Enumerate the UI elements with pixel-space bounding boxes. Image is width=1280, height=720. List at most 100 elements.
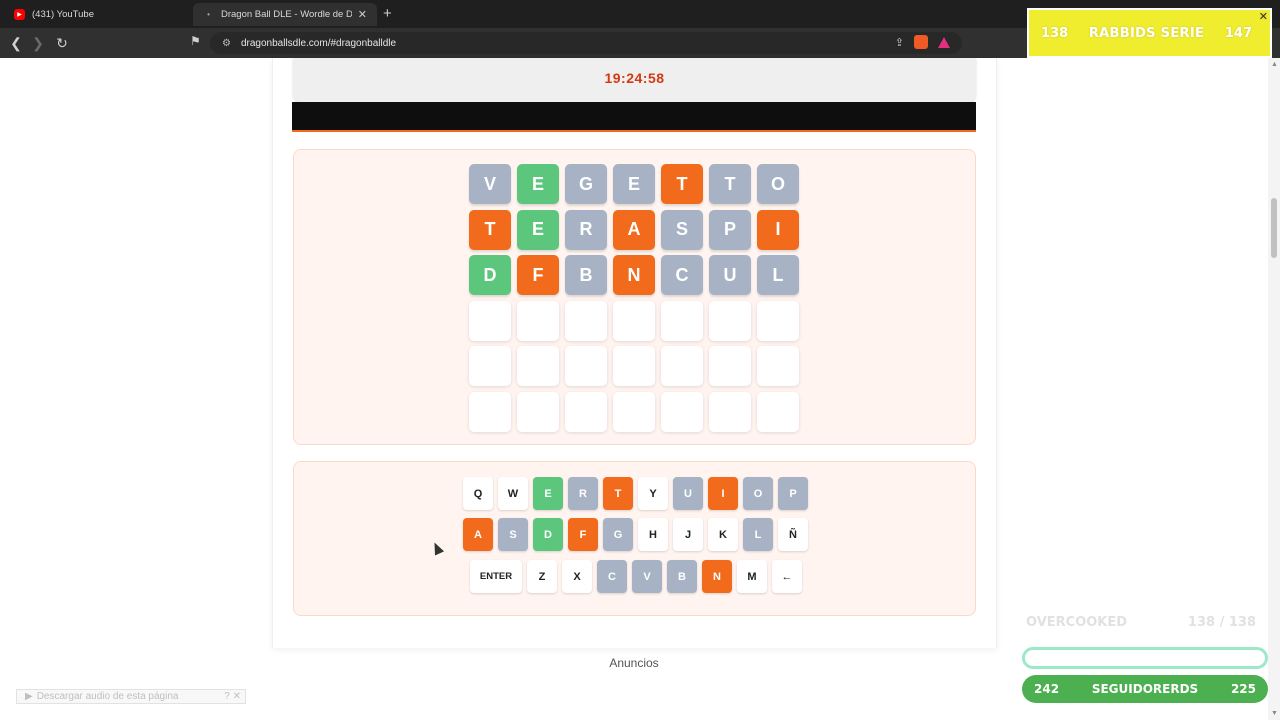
tab-label: (431) YouTube — [32, 9, 94, 20]
key-z[interactable]: Z — [527, 560, 557, 593]
key-w[interactable]: W — [498, 477, 528, 510]
share-icon[interactable]: ⇪ — [895, 36, 904, 49]
tab-youtube[interactable]: ▶ (431) YouTube — [4, 3, 190, 26]
reload-button[interactable]: ↻ — [52, 33, 72, 53]
key-y[interactable]: Y — [638, 477, 668, 510]
key-m[interactable]: M — [737, 560, 767, 593]
grid-tile: B — [565, 255, 607, 295]
key-f[interactable]: F — [568, 518, 598, 551]
key-e[interactable]: E — [533, 477, 563, 510]
grid-tile: I — [757, 209, 799, 250]
key-a[interactable]: A — [463, 518, 493, 551]
grid-tile: G — [565, 164, 607, 204]
key-c[interactable]: C — [597, 560, 627, 593]
key-s[interactable]: S — [498, 518, 528, 551]
key-n[interactable]: N — [702, 560, 732, 593]
page-favicon-icon: • — [207, 10, 210, 19]
empty-tile — [613, 300, 655, 341]
key-t[interactable]: T — [603, 477, 633, 510]
key-i[interactable]: I — [708, 477, 738, 510]
empty-tile — [517, 346, 559, 386]
key-j[interactable]: J — [673, 518, 703, 551]
grid-tile: N — [613, 255, 655, 295]
empty-tile — [661, 300, 703, 341]
new-tab-button[interactable]: + — [383, 5, 392, 22]
header-divider — [292, 102, 976, 132]
close-tab-icon[interactable]: ✕ — [358, 8, 367, 21]
empty-tile — [517, 300, 559, 341]
key-q[interactable]: Q — [463, 477, 493, 510]
empty-tile — [757, 346, 799, 386]
key-g[interactable]: G — [603, 518, 633, 551]
scroll-down-icon[interactable]: ▼ — [1271, 710, 1278, 717]
empty-tile — [517, 391, 559, 432]
key-h[interactable]: H — [638, 518, 668, 551]
scroll-thumb[interactable] — [1271, 198, 1277, 258]
forward-button[interactable]: ❯ — [28, 33, 48, 53]
address-bar[interactable]: ⚙ dragonballsdle.com/#dragonballdle ⇪ — [210, 32, 962, 54]
key-d[interactable]: D — [533, 518, 563, 551]
enter-key[interactable]: ENTER — [470, 560, 522, 593]
grid-tile: E — [517, 164, 559, 204]
grid-tile: R — [565, 209, 607, 250]
empty-tile — [757, 300, 799, 341]
download-audio-label: Descargar audio de esta página — [36, 691, 179, 702]
grid-tile: A — [613, 209, 655, 250]
followers-overlay: 242 SEGUIDORERDS 225 — [1022, 675, 1268, 703]
empty-tile — [709, 391, 751, 432]
bookmark-icon[interactable]: ⚑ — [190, 34, 201, 48]
empty-tile — [757, 391, 799, 432]
empty-tile — [661, 391, 703, 432]
on-screen-keyboard: Q W E R T Y U I O P A S D F G H J K L Ñ ENTER Z X C V B N M ← — [293, 461, 976, 616]
followers-title: SEGUIDORERDS — [1091, 682, 1199, 696]
backspace-key[interactable]: ← — [772, 560, 802, 593]
grid-tile: P — [709, 209, 751, 250]
grid-tile: E — [613, 164, 655, 204]
goal-label: OVERCOOKED — [1026, 615, 1128, 630]
empty-tile — [613, 391, 655, 432]
site-settings-icon[interactable]: ⚙ — [222, 38, 231, 49]
empty-tile — [613, 346, 655, 386]
key-o[interactable]: O — [743, 477, 773, 510]
goal-overlay: OVERCOOKED 138 / 138 — [1026, 615, 1256, 630]
empty-tile — [469, 346, 511, 386]
key-x[interactable]: X — [562, 560, 592, 593]
grid-tile: U — [709, 255, 751, 295]
empty-tile — [565, 300, 607, 341]
tab-label: Dragon Ball DLE - Wordle de Dra — [221, 9, 352, 20]
grid-tile: E — [517, 209, 559, 250]
download-audio-bar[interactable]: ▶ Descargar audio de esta página ? ✕ — [16, 689, 246, 704]
play-icon: ▶ — [25, 691, 33, 702]
goal-progress: 138 / 138 — [1187, 615, 1256, 630]
empty-tile — [709, 346, 751, 386]
key-r[interactable]: R — [568, 477, 598, 510]
close-icon[interactable]: ? ✕ — [224, 691, 245, 702]
page-scrollbar[interactable]: ▲ ▼ — [1268, 58, 1280, 720]
key-l[interactable]: L — [743, 518, 773, 551]
grid-tile: F — [517, 255, 559, 295]
brave-shields-icon[interactable] — [914, 35, 928, 49]
key-v[interactable]: V — [632, 560, 662, 593]
grid-tile: T — [469, 209, 511, 250]
tab-dragonball-dle[interactable]: • Dragon Ball DLE - Wordle de Dra ✕ — [193, 3, 377, 26]
grid-tile: O — [757, 164, 799, 204]
key-b[interactable]: B — [667, 560, 697, 593]
key-u[interactable]: U — [673, 477, 703, 510]
empty-tile — [661, 346, 703, 386]
overlay-right-count: 147 — [1224, 25, 1252, 41]
empty-tile — [565, 391, 607, 432]
brave-rewards-icon[interactable] — [938, 36, 950, 48]
grid-tile: T — [661, 164, 703, 204]
grid-tile: V — [469, 164, 511, 204]
key-ñ[interactable]: Ñ — [778, 518, 808, 551]
key-p[interactable]: P — [778, 477, 808, 510]
timer-box: 19:24:58 — [293, 58, 976, 102]
key-k[interactable]: K — [708, 518, 738, 551]
empty-tile — [565, 346, 607, 386]
grid-tile: T — [709, 164, 751, 204]
grid-tile: L — [757, 255, 799, 295]
close-icon[interactable]: ✕ — [1259, 10, 1268, 23]
scroll-up-icon[interactable]: ▲ — [1271, 61, 1278, 68]
grid-tile: C — [661, 255, 703, 295]
back-button[interactable]: ❮ — [6, 33, 26, 53]
